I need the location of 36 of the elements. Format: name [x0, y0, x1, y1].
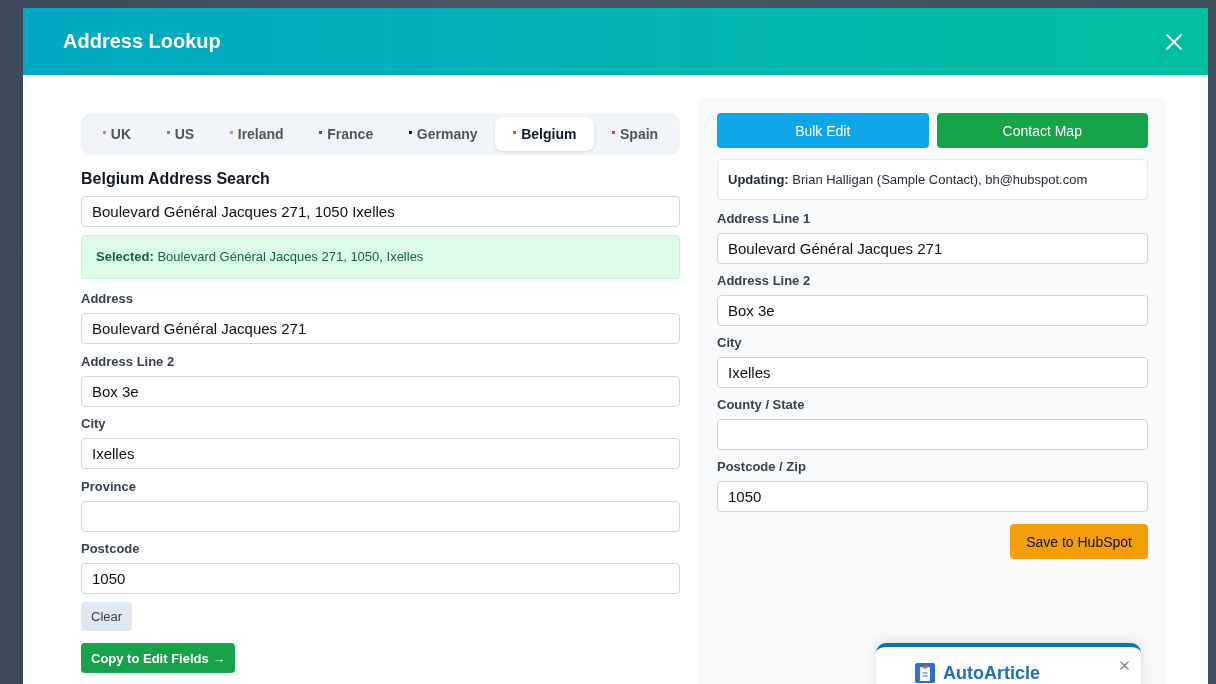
- input-field[interactable]: Box 3e: [717, 295, 1148, 326]
- field-label: Address: [81, 291, 135, 307]
- field-label: Address Line 1: [717, 211, 812, 227]
- popup-title: AutoArticle: [943, 663, 1040, 683]
- search-heading: Belgium Address Search: [81, 169, 271, 188]
- field-label: Address Line 2: [81, 353, 176, 370]
- field-label: City: [81, 416, 107, 432]
- address-search-field[interactable]: Boulevard Général Jacques 271, 1050 Ixelles: [81, 196, 680, 227]
- updating-contact-text: Updating: Brian Halligan (Sample Contact), bh@hubspot.com: [717, 159, 1148, 200]
- save-button[interactable]: Save to HubSpot: [1010, 524, 1148, 559]
- field-label: County / State: [717, 397, 806, 413]
- field-label: Postcode / Zip: [717, 459, 807, 475]
- input-field[interactable]: [717, 419, 1148, 450]
- input-field[interactable]: 1050: [717, 481, 1148, 512]
- country-tab[interactable]: Ireland: [211, 117, 302, 151]
- input-field[interactable]: [81, 500, 680, 532]
- country-tab[interactable]: US: [148, 117, 212, 151]
- field-label: Address Line 2: [717, 273, 812, 289]
- input-field[interactable]: Ixelles: [717, 357, 1148, 388]
- input-field[interactable]: Ixelles: [81, 438, 680, 469]
- country-tab[interactable]: Spain: [594, 117, 676, 151]
- country-tab[interactable]: France: [301, 117, 391, 151]
- field-label: Province: [81, 478, 137, 495]
- field-label: City: [717, 335, 743, 351]
- input-field[interactable]: Boulevard Général Jacques 271: [81, 313, 680, 344]
- close-icon[interactable]: [1120, 661, 1129, 670]
- input-field[interactable]: 1050: [81, 563, 680, 594]
- field-label: Postcode: [81, 541, 141, 557]
- country-tab[interactable]: Belgium: [495, 117, 595, 151]
- input-field[interactable]: Box 3e: [81, 375, 680, 407]
- country-tab[interactable]: UK: [85, 117, 149, 151]
- input-field[interactable]: Boulevard Général Jacques 271: [717, 233, 1148, 264]
- country-tab[interactable]: Germany: [391, 117, 496, 151]
- selected-address-banner: Selected: Boulevard Général Jacques 271, 1050, Ixelles: [81, 235, 680, 279]
- dialog-title: Address Lookup: [63, 30, 221, 53]
- clear-button[interactable]: Clear: [81, 602, 133, 631]
